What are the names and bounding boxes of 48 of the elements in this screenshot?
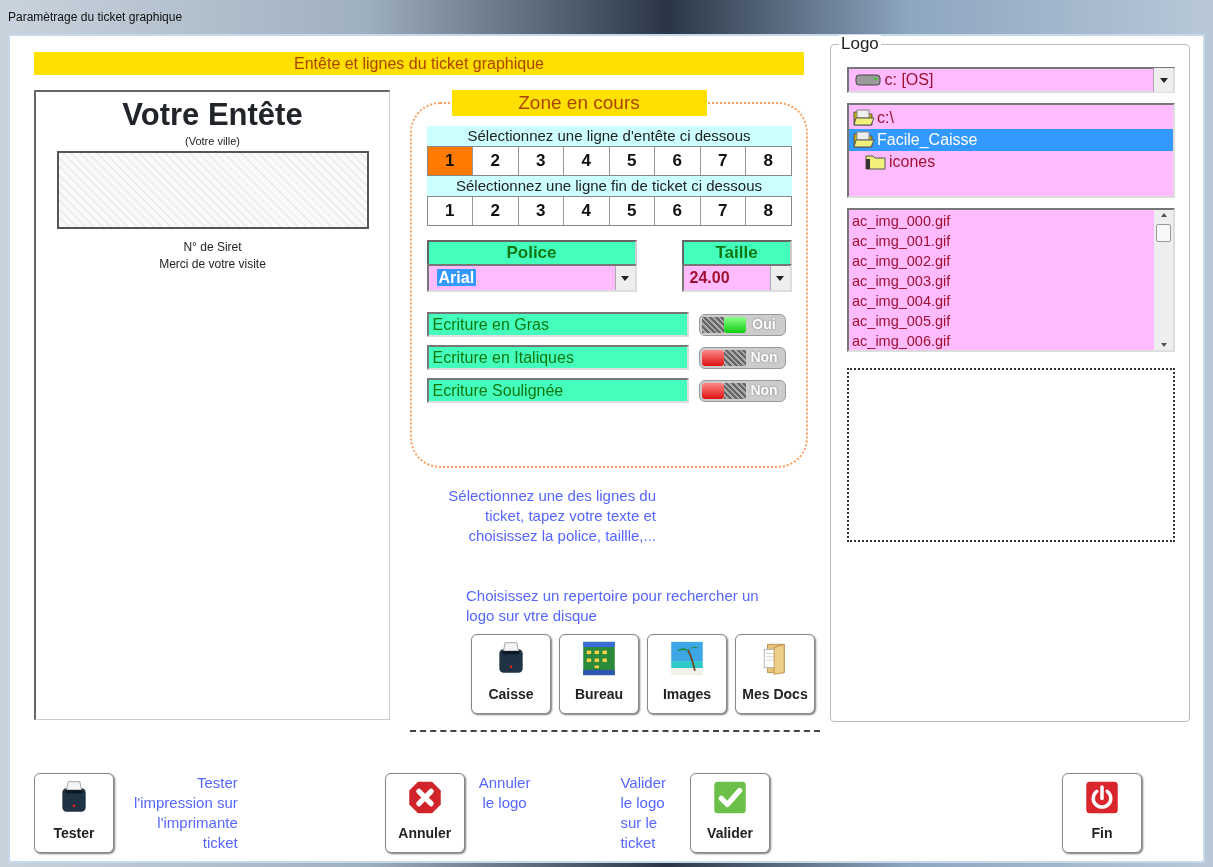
section-banner: Entête et lignes du ticket graphique — [34, 52, 804, 75]
palm-beach-icon — [668, 641, 706, 676]
folder-item[interactable]: c:\ — [849, 107, 1173, 129]
desktop-icon — [580, 641, 618, 676]
action-button[interactable]: Annuler — [384, 773, 465, 853]
zone-title: Zone en cours — [451, 90, 707, 116]
action-button[interactable]: Fin — [1062, 773, 1143, 853]
folder-item[interactable]: icones — [849, 151, 1173, 173]
scrollbar[interactable] — [1154, 210, 1173, 350]
line-prompt: Sélectionnez une ligne fin de ticket ci dessous — [426, 176, 792, 196]
file-item[interactable]: ac_img_000.gif — [852, 211, 1154, 231]
file-item[interactable]: ac_img_002.gif — [852, 251, 1154, 271]
window-title: Paramètrage du ticket graphique — [8, 10, 183, 24]
file-item[interactable]: ac_img_004.gif — [852, 291, 1154, 311]
file-item[interactable]: ac_img_001.gif — [852, 231, 1154, 251]
folder-shortcut-button[interactable]: Images — [647, 634, 727, 714]
help-text: Sélectionnez une des lignes du ticket, tapez votre texte et choisissez la police, taillle,... — [447, 486, 656, 546]
action-note: Annuler le logo — [478, 773, 531, 813]
file-item[interactable]: ac_img_003.gif — [852, 271, 1154, 291]
action-note: Valider le logo sur le ticket — [620, 773, 667, 853]
dropdown-arrow-icon — [1159, 77, 1168, 83]
ticket-line: Merci de votre visite — [159, 256, 266, 273]
ticket-line: N° de Siret — [183, 239, 242, 256]
drive-icon — [855, 73, 881, 87]
ticket-heading: Votre Entête — [122, 96, 303, 134]
file-item[interactable]: ac_img_006.gif — [852, 331, 1154, 351]
action-button[interactable]: Tester — [34, 773, 114, 853]
field-header: Police — [426, 240, 637, 264]
ticket-city: (Votre ville) — [185, 134, 240, 148]
line-prompt: Sélectionnez une ligne d'entête ci dessous — [426, 126, 792, 146]
style-label: Ecriture en Gras — [426, 312, 689, 337]
size-dropdown[interactable]: 24.00 — [681, 264, 792, 292]
style-label: Ecriture en Italiques — [426, 345, 689, 370]
file-item[interactable]: ac_img_005.gif — [852, 311, 1154, 331]
scrollbar-thumb[interactable] — [1156, 224, 1171, 242]
style-label: Ecriture Soulignée — [426, 378, 689, 403]
folder-shortcut-button[interactable]: Bureau — [559, 634, 639, 714]
action-button[interactable]: Valider — [690, 773, 771, 853]
folder-shortcut-button[interactable]: Mes Docs — [735, 634, 815, 714]
dropdown-arrow-icon — [621, 275, 629, 281]
dropdown-arrow-icon — [776, 275, 784, 281]
drive-dropdown[interactable]: c: [OS] — [847, 67, 1175, 93]
folder-shortcut-button[interactable]: Caisse — [471, 634, 551, 714]
field-header: Taille — [681, 240, 792, 264]
folder-prompt: Choisissez un repertoire pour rechercher un logo sur vtre disque — [466, 586, 760, 626]
group-title: Logo — [839, 35, 881, 53]
line-number-button[interactable]: 1 — [427, 147, 472, 175]
action-note: Tester l'impression sur l'imprimante ticket — [134, 773, 238, 853]
